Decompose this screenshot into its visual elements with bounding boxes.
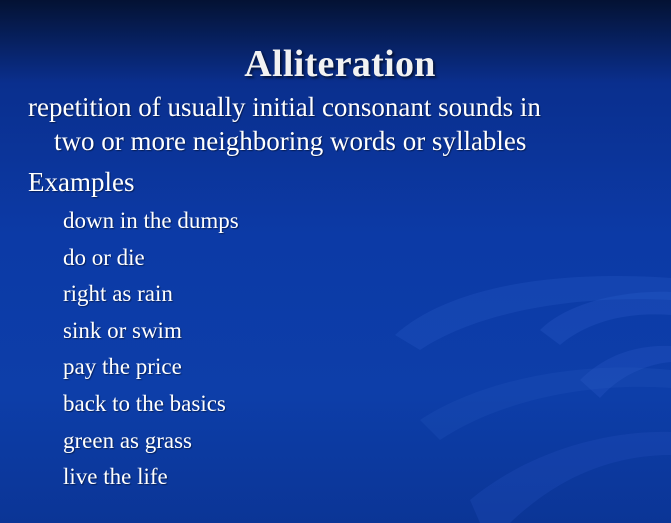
- example-item: live the life: [63, 464, 168, 490]
- example-item: down in the dumps: [63, 208, 239, 233]
- example-item: pay the price: [63, 354, 182, 380]
- definition-line-2: two or more neighboring words or syllabl…: [54, 126, 527, 156]
- definition-line-1: repetition of usually initial consonant …: [28, 92, 541, 122]
- definition-text: repetition of usually initial consonant …: [28, 90, 628, 158]
- example-list: down in the dumps do or die right as rai…: [63, 206, 239, 499]
- example-item: green as grass: [63, 427, 193, 453]
- slide: Alliteration repetition of usually initi…: [0, 0, 671, 523]
- example-item: right as rain: [63, 281, 173, 307]
- examples-heading: Examples: [28, 167, 135, 197]
- slide-title: Alliteration: [244, 43, 436, 85]
- example-item: do or die: [63, 244, 145, 270]
- example-item: back to the basics: [63, 390, 226, 416]
- example-item: sink or swim: [63, 317, 182, 343]
